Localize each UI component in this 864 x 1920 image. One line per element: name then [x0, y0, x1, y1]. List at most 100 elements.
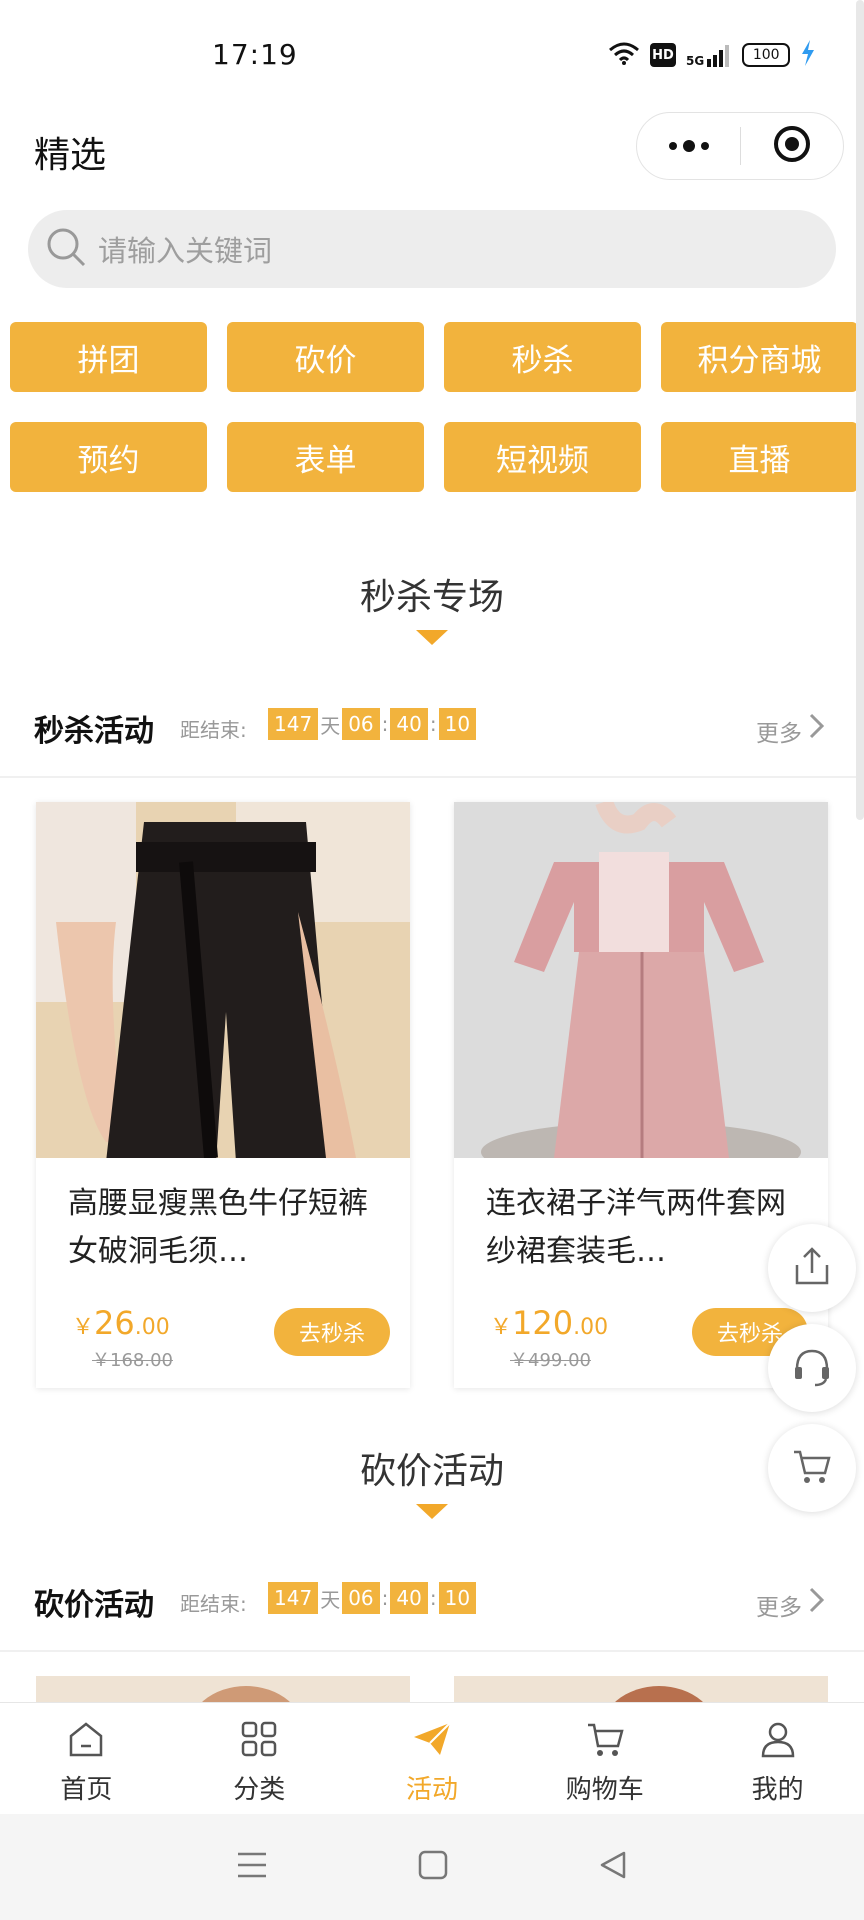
countdown-label: 距结束:	[180, 718, 247, 742]
tab-category[interactable]: 分类	[173, 1703, 346, 1814]
seckill-activity-name: 秒杀活动	[34, 714, 154, 749]
price-currency: ￥	[490, 1315, 513, 1340]
chevron-right-icon[interactable]	[808, 712, 826, 744]
price-decimal: .00	[134, 1315, 170, 1340]
seckill-activity-row: 秒杀活动 距结束: 147 天 06 : 40 : 10 更多	[0, 698, 864, 758]
countdown-sep: :	[381, 712, 389, 736]
customer-service-button[interactable]	[768, 1324, 856, 1412]
product-card[interactable]: 连衣裙子洋气两件套网纱裙套装毛… ￥120.00 ￥499.00 去秒杀	[454, 802, 828, 1388]
countdown-sep: :	[429, 712, 437, 736]
countdown-minutes: 40	[390, 708, 428, 740]
product-card[interactable]: 高腰显瘦黑色牛仔短裤女破洞毛须… ￥26.00 ￥168.00 去秒杀	[36, 802, 410, 1388]
status-bar: 17:19 HD 5G 100	[0, 0, 864, 112]
countdown-sep: :	[381, 1586, 389, 1610]
heading-triangle-icon	[416, 630, 448, 645]
grid-button-live[interactable]: 直播	[661, 422, 858, 492]
grid-button-short-video[interactable]: 短视频	[444, 422, 641, 492]
system-nav-bar	[0, 1814, 864, 1920]
search-icon	[44, 225, 88, 273]
product-image-dress[interactable]	[454, 802, 828, 1158]
charging-icon	[800, 40, 816, 70]
tab-home[interactable]: 首页	[0, 1703, 173, 1814]
tab-label: 分类	[233, 1775, 286, 1805]
price-integer: 26	[94, 1304, 135, 1342]
battery-icon: 100	[742, 43, 791, 67]
countdown-label: 距结束:	[180, 1592, 247, 1616]
home-icon	[66, 1719, 106, 1763]
countdown-timer: 147 天 06 : 40 : 10	[268, 708, 477, 740]
product-price: ￥26.00	[72, 1304, 170, 1342]
countdown-seconds: 10	[438, 1582, 477, 1614]
more-dots-icon	[667, 137, 711, 156]
countdown-days: 147	[268, 1582, 319, 1614]
chevron-right-icon[interactable]	[808, 1586, 826, 1618]
cart-icon	[585, 1719, 625, 1763]
countdown-day-unit: 天	[320, 1587, 341, 1612]
seckill-more-link[interactable]: 更多	[756, 714, 802, 748]
countdown-timer: 147 天 06 : 40 : 10	[268, 1582, 477, 1614]
seckill-section-heading: 秒杀专场	[359, 577, 504, 618]
product-price: ￥120.00	[490, 1304, 608, 1342]
back-icon[interactable]	[598, 1850, 628, 1884]
grid-button-bargain[interactable]: 砍价	[227, 322, 424, 392]
grid-button-group-buy[interactable]: 拼团	[10, 322, 207, 392]
tab-cart[interactable]: 购物车	[518, 1703, 691, 1814]
section-divider	[0, 1650, 864, 1652]
paper-plane-icon	[412, 1719, 452, 1763]
tab-label: 购物车	[565, 1775, 644, 1805]
page: 17:19 HD 5G 100 精选 请输入关键词 拼团 砍价 秒杀 积分商城 …	[0, 0, 864, 1920]
countdown-seconds: 10	[438, 708, 477, 740]
heading-triangle-icon	[416, 1504, 448, 1519]
user-icon	[758, 1719, 798, 1763]
scrollbar[interactable]	[856, 0, 864, 820]
activity-grid: 拼团 砍价 秒杀 积分商城 预约 表单 短视频 直播	[10, 322, 858, 492]
go-seckill-button[interactable]: 去秒杀	[274, 1308, 390, 1356]
grid-button-booking[interactable]: 预约	[10, 422, 207, 492]
bargain-activity-name: 砍价活动	[34, 1588, 154, 1623]
bargain-activity-row: 砍价活动 距结束: 147 天 06 : 40 : 10 更多	[0, 1572, 864, 1632]
tab-mine[interactable]: 我的	[691, 1703, 864, 1814]
price-decimal: .00	[573, 1315, 609, 1340]
close-program-button[interactable]	[741, 113, 843, 179]
grid-button-seckill[interactable]: 秒杀	[444, 322, 641, 392]
battery-level: 100	[752, 47, 780, 63]
grid-button-form[interactable]: 表单	[227, 422, 424, 492]
countdown-hours: 06	[342, 1582, 380, 1614]
target-icon	[772, 124, 812, 168]
product-image-shorts[interactable]	[36, 802, 410, 1158]
more-menu-button[interactable]	[637, 113, 740, 179]
product-name: 高腰显瘦黑色牛仔短裤女破洞毛须…	[68, 1186, 368, 1269]
tab-label: 首页	[60, 1775, 113, 1805]
network-type: 5G	[686, 54, 705, 68]
category-icon	[239, 1719, 279, 1763]
cart-shortcut-button[interactable]	[768, 1424, 856, 1512]
countdown-minutes: 40	[390, 1582, 428, 1614]
section-divider	[0, 776, 864, 778]
hd-icon: HD	[650, 43, 676, 67]
status-time: 17:19	[212, 38, 298, 71]
product-name: 连衣裙子洋气两件套网纱裙套装毛…	[486, 1186, 786, 1269]
price-currency: ￥	[72, 1315, 95, 1340]
menu-icon[interactable]	[236, 1850, 268, 1884]
grid-button-points-mall[interactable]: 积分商城	[661, 322, 858, 392]
nav-header: 精选	[0, 112, 864, 204]
page-title: 精选	[34, 135, 107, 176]
home-square-icon[interactable]	[418, 1850, 448, 1884]
countdown-days: 147	[268, 708, 319, 740]
original-price: ￥499.00	[510, 1350, 591, 1371]
original-price: ￥168.00	[92, 1350, 173, 1371]
search-bar[interactable]: 请输入关键词	[28, 210, 836, 288]
tab-label: 我的	[751, 1775, 804, 1805]
headset-icon	[791, 1345, 833, 1391]
wifi-icon	[608, 41, 640, 69]
signal-icon: 5G	[686, 43, 732, 67]
share-icon	[791, 1245, 833, 1291]
share-button[interactable]	[768, 1224, 856, 1312]
countdown-hours: 06	[342, 708, 380, 740]
bottom-tab-bar: 首页 分类 活动 购物车 我的	[0, 1702, 864, 1814]
countdown-day-unit: 天	[320, 713, 341, 738]
bargain-section-heading: 砍价活动	[359, 1451, 504, 1492]
tab-activity[interactable]: 活动	[346, 1703, 519, 1814]
bargain-more-link[interactable]: 更多	[756, 1588, 802, 1622]
cart-icon	[791, 1445, 833, 1491]
